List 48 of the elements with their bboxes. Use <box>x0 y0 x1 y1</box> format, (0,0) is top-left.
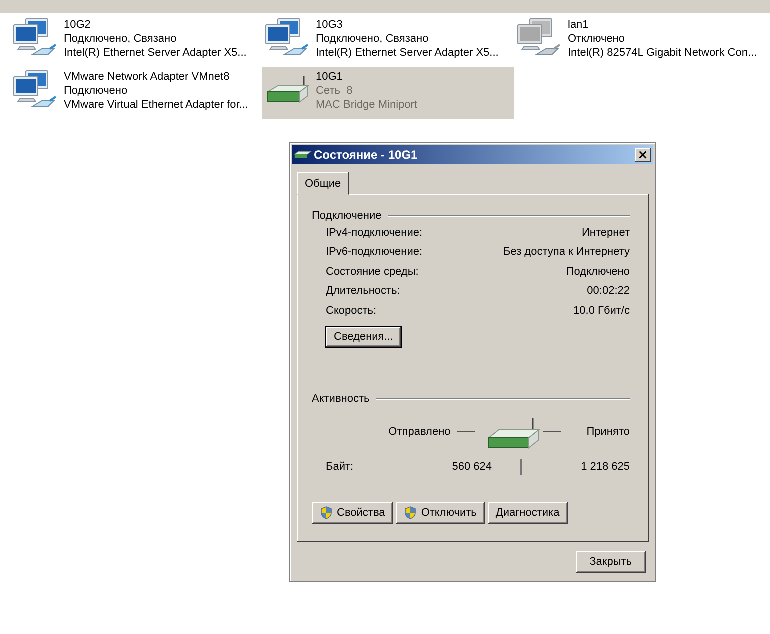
received-label: Принято <box>586 426 630 438</box>
field-value: Интернет <box>582 226 630 239</box>
adapter-name: lan1 <box>568 18 590 32</box>
adapter-status: Отключено <box>568 32 626 46</box>
adapter-item[interactable]: 10G2 Подключено, Связано Intel(R) Ethernet Server Adapter X5... <box>10 15 262 67</box>
adapter-item[interactable]: VMware Network Adapter VMnet8 Подключено VMware Virtual Ethernet Adapter for... <box>10 67 262 119</box>
close-dialog-button[interactable]: Закрыть <box>576 551 646 573</box>
group-title: Подключение <box>312 210 382 222</box>
shield-button[interactable]: Отключить <box>396 502 485 524</box>
tab[interactable]: Общие <box>297 172 350 195</box>
adapter-device: VMware Virtual Ethernet Adapter for... <box>64 98 248 112</box>
sent-label: Отправлено <box>388 426 451 438</box>
field-value: 00:02:22 <box>587 285 630 298</box>
adapter-device: Intel(R) 82574L Gigabit Network Con... <box>568 46 758 60</box>
field-label: Состояние среды: <box>326 266 419 278</box>
adapter-name: 10G1 <box>316 70 344 84</box>
adapter-status: Подключено <box>64 84 129 98</box>
adapter-name: VMware Network Adapter VMnet8 <box>64 70 231 84</box>
shield-icon <box>404 506 418 520</box>
adapter-name: 10G2 <box>64 18 92 32</box>
adapter-status: Подключено, Связано <box>64 32 178 46</box>
field-value: 10.0 Гбит/с <box>574 304 630 317</box>
field-value: Подключено <box>566 266 630 278</box>
group-title: Активность <box>312 392 370 404</box>
action-button[interactable]: Диагностика <box>488 502 568 524</box>
close-icon <box>639 150 647 158</box>
details-button[interactable]: Сведения... <box>326 326 402 346</box>
adapter-item[interactable]: 10G3 Подключено, Связано Intel(R) Ethernet Server Adapter X5... <box>262 15 514 67</box>
bytes-sent: 560 624 <box>451 460 492 472</box>
shield-icon <box>320 506 333 520</box>
field-label: Скорость: <box>326 304 377 317</box>
adapter-device: Intel(R) Ethernet Server Adapter X5... <box>316 46 499 60</box>
adapter-status: Сеть 8 <box>316 84 354 98</box>
close-button[interactable] <box>635 148 651 162</box>
bytes-received: 1 218 625 <box>580 460 630 472</box>
adapter-name: 10G3 <box>316 18 344 32</box>
adapter-device: Intel(R) Ethernet Server Adapter X5... <box>64 46 247 60</box>
bytes-label: Байт: <box>325 460 355 472</box>
field-label: IPv4-подключение: <box>326 226 423 239</box>
adapter-item[interactable]: 10G1 Сеть 8 MAC Bridge Miniport <box>262 67 514 119</box>
field-label: IPv6-подключение: <box>326 246 423 258</box>
network-bridge-icon <box>294 149 312 160</box>
field-value: Без доступа к Интернету <box>503 246 630 258</box>
shield-button[interactable]: Свойства <box>312 502 394 524</box>
adapter-device: MAC Bridge Miniport <box>316 98 418 112</box>
window-title: Состояние - 10G1 <box>314 148 419 162</box>
adapter-status: Подключено, Связано <box>316 32 430 46</box>
field-label: Длительность: <box>326 285 400 298</box>
